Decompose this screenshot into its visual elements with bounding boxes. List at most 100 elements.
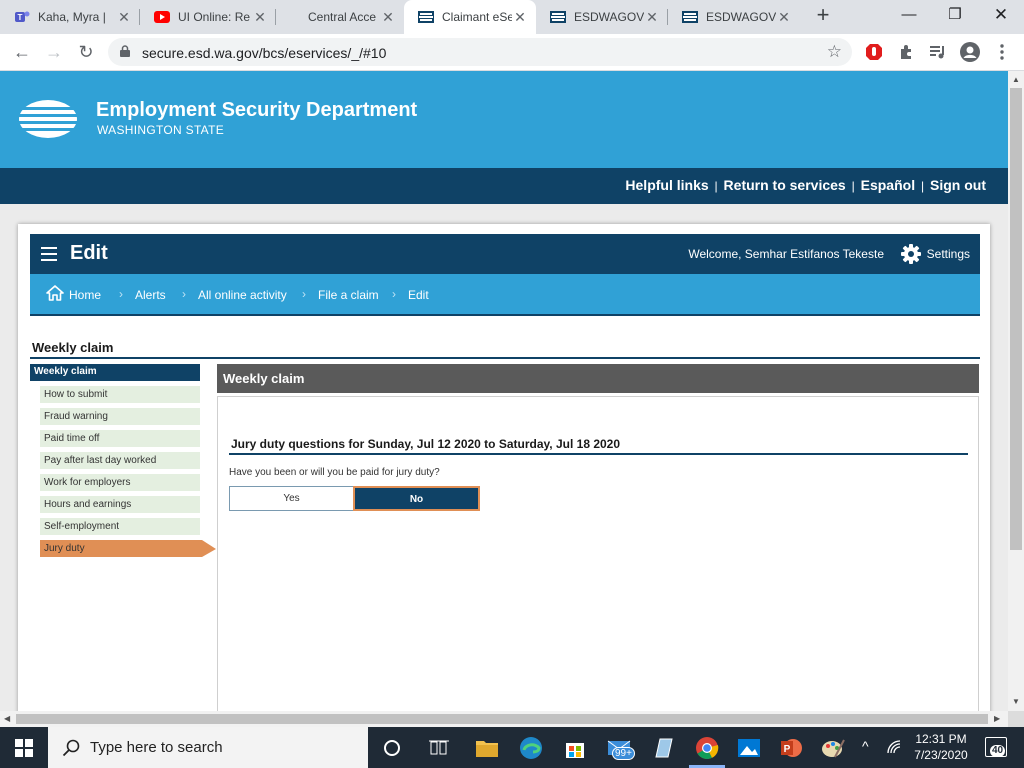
bookmark-star-icon[interactable]: ☆: [827, 42, 842, 62]
section-title: Weekly claim: [32, 340, 114, 355]
breadcrumb-alerts[interactable]: Alerts: [135, 288, 166, 302]
question-text: Have you been or will you be paid for ju…: [229, 467, 440, 478]
restore-button[interactable]: ❐: [932, 0, 978, 32]
sidebar-item-jury-duty[interactable]: Jury duty: [40, 540, 216, 557]
site-header: Employment Security Department WASHINGTO…: [0, 71, 1008, 168]
browser-tab[interactable]: UI Online: Re ✕: [140, 0, 276, 34]
vertical-scroll-thumb[interactable]: [1010, 88, 1022, 550]
tab-title: Kaha, Myra |: [38, 10, 106, 24]
sidebar-item-how-to-submit[interactable]: How to submit: [40, 386, 200, 403]
extensions-puzzle-icon[interactable]: [896, 42, 916, 62]
page-viewport: Employment Security Department WASHINGTO…: [0, 71, 1008, 711]
nav-separator: |: [920, 179, 925, 193]
new-tab-button[interactable]: +: [812, 4, 834, 27]
network-icon[interactable]: [886, 739, 902, 758]
close-tab-icon[interactable]: ✕: [252, 9, 268, 26]
taskbar-search-placeholder: Type here to search: [90, 739, 223, 756]
chrome-menu-icon[interactable]: [992, 42, 1012, 62]
sign-out-link[interactable]: Sign out: [930, 177, 986, 193]
browser-toolbar: ← → ↻ secure.esd.wa.gov/bcs/eservices/_/…: [0, 34, 1024, 71]
adblock-icon[interactable]: [864, 42, 884, 62]
close-tab-icon[interactable]: ✕: [380, 9, 396, 26]
svg-text:T: T: [18, 13, 23, 22]
action-center-icon[interactable]: 40: [985, 737, 1007, 757]
espanol-link[interactable]: Español: [861, 177, 915, 193]
sidebar-item-hours-and-earnings[interactable]: Hours and earnings: [40, 496, 200, 513]
browser-tab[interactable]: ESDWAGOV ✕: [668, 0, 800, 34]
windows-taskbar: Type here to search 99+ P ^ 12:31 PM 7/2…: [0, 727, 1024, 768]
taskbar-clock[interactable]: 12:31 PM 7/23/2020: [906, 731, 976, 763]
main-card: Edit Welcome, Semhar Estifanos Tekeste S…: [18, 224, 990, 711]
tab-title: Claimant eSe: [442, 10, 512, 24]
tab-title: UI Online: Re: [178, 10, 251, 24]
helpful-links-link[interactable]: Helpful links: [625, 177, 708, 193]
photos-icon[interactable]: [736, 735, 762, 761]
sidebar-header[interactable]: Weekly claim: [30, 364, 200, 381]
sidebar-item-fraud-warning[interactable]: Fraud warning: [40, 408, 200, 425]
minimize-button[interactable]: —: [886, 0, 932, 32]
file-explorer-icon[interactable]: [474, 735, 500, 761]
scroll-up-icon[interactable]: ▲: [1012, 75, 1020, 84]
sidebar-item-pay-after-last-day[interactable]: Pay after last day worked: [40, 452, 200, 469]
windows-start-icon[interactable]: [0, 727, 48, 768]
close-tab-icon[interactable]: ✕: [116, 9, 132, 26]
return-to-services-link[interactable]: Return to services: [724, 177, 846, 193]
close-window-button[interactable]: ✕: [978, 0, 1024, 32]
url-text: secure.esd.wa.gov/bcs/eservices/_/#10: [142, 45, 387, 61]
browser-tab[interactable]: T Kaha, Myra | ✕: [0, 0, 140, 34]
breadcrumb: Home › Alerts › All online activity › Fi…: [30, 274, 980, 316]
hamburger-menu-icon[interactable]: [41, 247, 57, 261]
chrome-icon[interactable]: [694, 735, 720, 761]
reload-icon[interactable]: ↻: [74, 40, 98, 64]
tab-title: ESDWAGOV: [706, 10, 776, 24]
horizontal-scrollbar[interactable]: ◀ ▶: [0, 711, 1008, 727]
powerpoint-icon[interactable]: P: [778, 735, 804, 761]
close-tab-icon[interactable]: ✕: [644, 9, 660, 26]
close-tab-icon[interactable]: ✕: [776, 9, 792, 26]
cortana-icon[interactable]: [379, 735, 405, 761]
browser-tab[interactable]: ESDWAGOV ✕: [536, 0, 668, 34]
sidebar-item-self-employment[interactable]: Self-employment: [40, 518, 200, 535]
close-tab-icon[interactable]: ✕: [512, 9, 528, 26]
home-icon[interactable]: [46, 285, 64, 301]
address-bar[interactable]: secure.esd.wa.gov/bcs/eservices/_/#10 ☆: [108, 38, 852, 66]
forward-icon[interactable]: →: [42, 40, 66, 64]
gear-icon: [900, 244, 921, 264]
lock-icon: [120, 45, 130, 57]
vertical-scrollbar[interactable]: ▲ ▼: [1008, 71, 1024, 711]
sidebar-item-work-for-employers[interactable]: Work for employers: [40, 474, 200, 491]
mail-icon[interactable]: 99+: [606, 735, 635, 761]
taskbar-search-box[interactable]: Type here to search: [48, 727, 368, 768]
breadcrumb-file-a-claim[interactable]: File a claim: [318, 288, 379, 302]
esd-favicon-icon: [682, 9, 698, 25]
notepad-icon[interactable]: [650, 735, 676, 761]
search-icon: [62, 739, 80, 756]
page-title: Edit: [70, 242, 108, 264]
breadcrumb-home[interactable]: Home: [69, 288, 101, 302]
browser-tab-strip: T Kaha, Myra | ✕ UI Online: Re ✕ Central…: [0, 0, 1024, 34]
scroll-left-icon[interactable]: ◀: [4, 714, 10, 723]
breadcrumb-all-online-activity[interactable]: All online activity: [198, 288, 287, 302]
chevron-right-icon: ›: [302, 287, 306, 301]
back-icon[interactable]: ←: [10, 40, 34, 64]
question-title: Jury duty questions for Sunday, Jul 12 2…: [231, 437, 621, 451]
scroll-down-icon[interactable]: ▼: [1012, 697, 1020, 706]
settings-button[interactable]: Settings: [900, 244, 970, 264]
browser-tab[interactable]: Central Acce ✕: [276, 0, 404, 34]
yes-button[interactable]: Yes: [229, 486, 354, 511]
scroll-right-icon[interactable]: ▶: [994, 714, 1000, 723]
horizontal-scroll-thumb[interactable]: [16, 714, 988, 724]
task-view-icon[interactable]: [426, 735, 452, 761]
browser-tab-active[interactable]: Claimant eSe ✕: [404, 0, 536, 34]
media-queue-icon[interactable]: [928, 42, 948, 62]
profile-avatar-icon[interactable]: [960, 42, 980, 62]
svg-text:P: P: [784, 744, 791, 755]
show-hidden-icons-icon[interactable]: ^: [862, 738, 869, 754]
store-icon[interactable]: [562, 735, 588, 761]
edge-icon[interactable]: [518, 735, 544, 761]
paint-icon[interactable]: [820, 735, 846, 761]
chevron-right-icon: ›: [119, 287, 123, 301]
no-button[interactable]: No: [353, 486, 480, 511]
sidebar-item-paid-time-off[interactable]: Paid time off: [40, 430, 200, 447]
nav-separator: |: [714, 179, 718, 193]
